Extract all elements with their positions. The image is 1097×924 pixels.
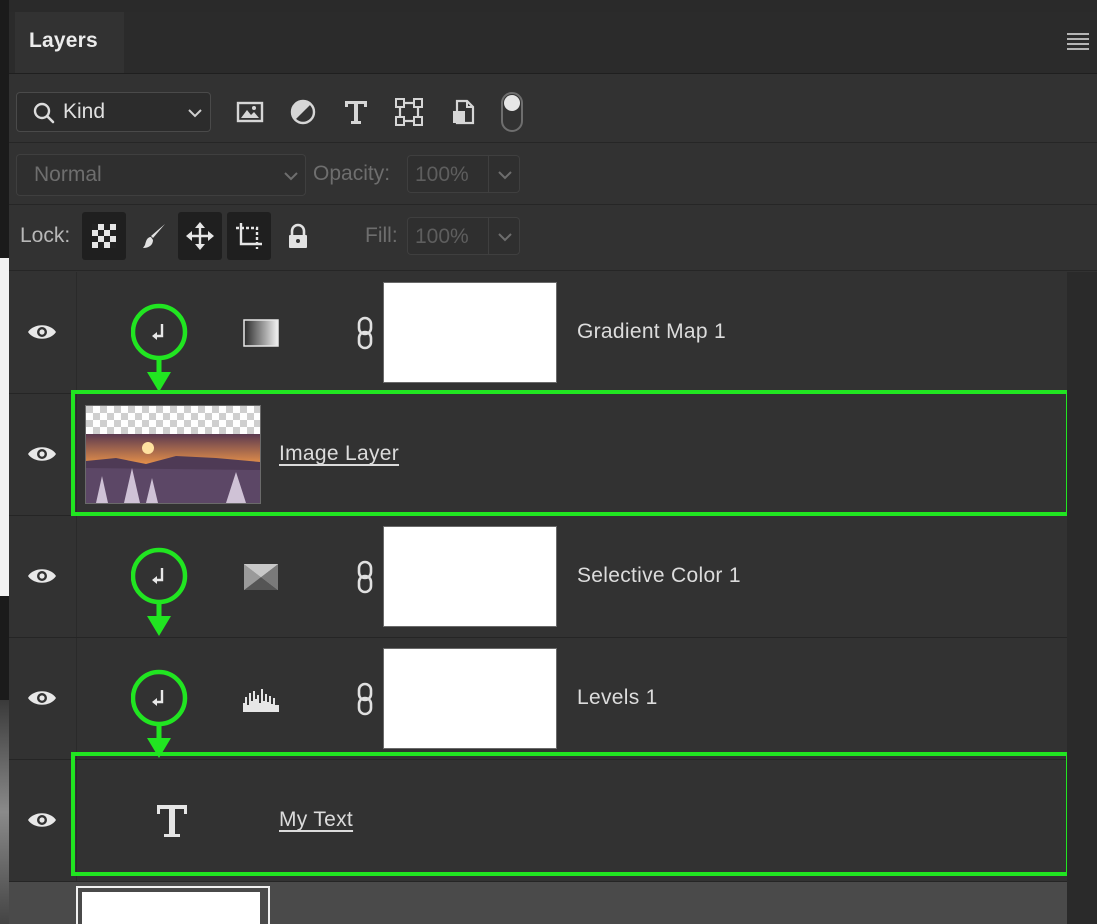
highlight-box-text-layer — [71, 752, 1070, 876]
document-photo-area — [0, 700, 9, 924]
selective-color-icon — [244, 564, 278, 590]
layer-row-levels[interactable]: Levels 1 — [9, 638, 1067, 760]
filter-kind-select[interactable]: Kind — [16, 92, 211, 132]
visibility-cell[interactable] — [9, 638, 77, 759]
gradient-map-icon — [243, 319, 279, 347]
blend-mode-select[interactable]: Normal — [16, 154, 306, 196]
layer-name[interactable]: Selective Color 1 — [577, 564, 741, 588]
lock-all-icon — [289, 223, 307, 248]
search-icon — [33, 102, 55, 124]
filter-toggle[interactable] — [501, 92, 523, 132]
tab-layers-label: Layers — [29, 29, 98, 52]
layer-mask-thumbnail[interactable] — [383, 526, 557, 627]
adjustment-filter-icon[interactable] — [288, 97, 318, 127]
lock-transparent-button[interactable] — [82, 212, 126, 260]
layers-list: Gradient Map 1 Image Layer Selective Col… — [9, 272, 1070, 924]
clipping-mask-icon — [131, 303, 188, 392]
panel-menu-icon[interactable] — [1067, 33, 1089, 50]
panel-tab-row — [9, 12, 1097, 74]
eye-icon[interactable] — [26, 687, 58, 709]
opacity-field[interactable]: 100% — [407, 155, 520, 193]
chevron-down-icon — [188, 109, 202, 118]
filter-kind-label: Kind — [63, 100, 106, 123]
divider — [9, 270, 1097, 271]
link-icon[interactable] — [356, 682, 374, 716]
smart-object-filter-icon[interactable] — [449, 97, 479, 127]
eye-icon[interactable] — [26, 321, 58, 343]
layer-name[interactable]: Levels 1 — [577, 686, 658, 710]
layer-name[interactable]: Gradient Map 1 — [577, 320, 726, 344]
visibility-cell[interactable] — [9, 516, 77, 637]
highlight-box-image-layer — [71, 390, 1070, 516]
chevron-down-icon — [284, 172, 298, 181]
layers-panel: Layers Kind Normal Opacity: 100% Lock: F… — [9, 0, 1097, 924]
document-white-area — [0, 258, 9, 596]
link-icon[interactable] — [356, 560, 374, 594]
lock-artboard-button[interactable] — [227, 212, 271, 260]
visibility-cell[interactable] — [9, 394, 77, 515]
fill-field[interactable]: 100% — [407, 217, 520, 255]
scrollbar-track[interactable] — [1067, 272, 1097, 924]
eye-icon[interactable] — [26, 809, 58, 831]
eye-icon[interactable] — [26, 443, 58, 465]
layer-mask-thumbnail[interactable] — [383, 282, 557, 383]
link-icon[interactable] — [356, 316, 374, 350]
lock-position-button[interactable] — [178, 212, 222, 260]
chevron-down-icon — [498, 233, 512, 242]
lock-position-icon — [186, 222, 214, 250]
blend-mode-value: Normal — [34, 163, 102, 186]
fill-value: 100% — [415, 225, 469, 248]
tab-layers[interactable]: Layers — [15, 12, 124, 73]
lock-image-button[interactable] — [132, 212, 176, 260]
layer-mask-thumbnail[interactable] — [383, 648, 557, 749]
lock-image-icon — [143, 224, 165, 248]
lock-all-button[interactable] — [276, 212, 320, 260]
background-thumbnail[interactable] — [82, 892, 260, 924]
background-thumbnail-frame — [76, 886, 270, 924]
lock-artboard-icon — [236, 223, 262, 249]
fill-dropdown[interactable] — [488, 218, 519, 254]
chevron-down-icon — [498, 171, 512, 180]
layer-row-background[interactable] — [9, 882, 1067, 924]
layer-row-selective-color[interactable]: Selective Color 1 — [9, 516, 1067, 638]
divider — [9, 142, 1097, 143]
opacity-value: 100% — [415, 163, 469, 186]
toggle-knob — [504, 95, 520, 111]
levels-icon — [243, 689, 279, 712]
opacity-dropdown[interactable] — [488, 156, 519, 192]
divider — [9, 204, 1097, 205]
fill-label: Fill: — [365, 224, 398, 247]
clipping-mask-icon — [131, 669, 188, 758]
layer-row-gradient-map[interactable]: Gradient Map 1 — [9, 272, 1067, 394]
document-canvas-edge — [0, 0, 9, 924]
eye-icon[interactable] — [26, 565, 58, 587]
visibility-cell[interactable] — [9, 272, 77, 393]
visibility-cell[interactable] — [9, 760, 77, 881]
clipping-mask-icon — [131, 547, 188, 636]
type-filter-icon[interactable] — [341, 97, 371, 127]
lock-label: Lock: — [20, 224, 71, 247]
shape-filter-icon[interactable] — [394, 97, 424, 127]
lock-transparent-icon — [92, 224, 116, 248]
opacity-label: Opacity: — [313, 162, 391, 185]
pixel-layer-filter-icon[interactable] — [235, 97, 265, 127]
